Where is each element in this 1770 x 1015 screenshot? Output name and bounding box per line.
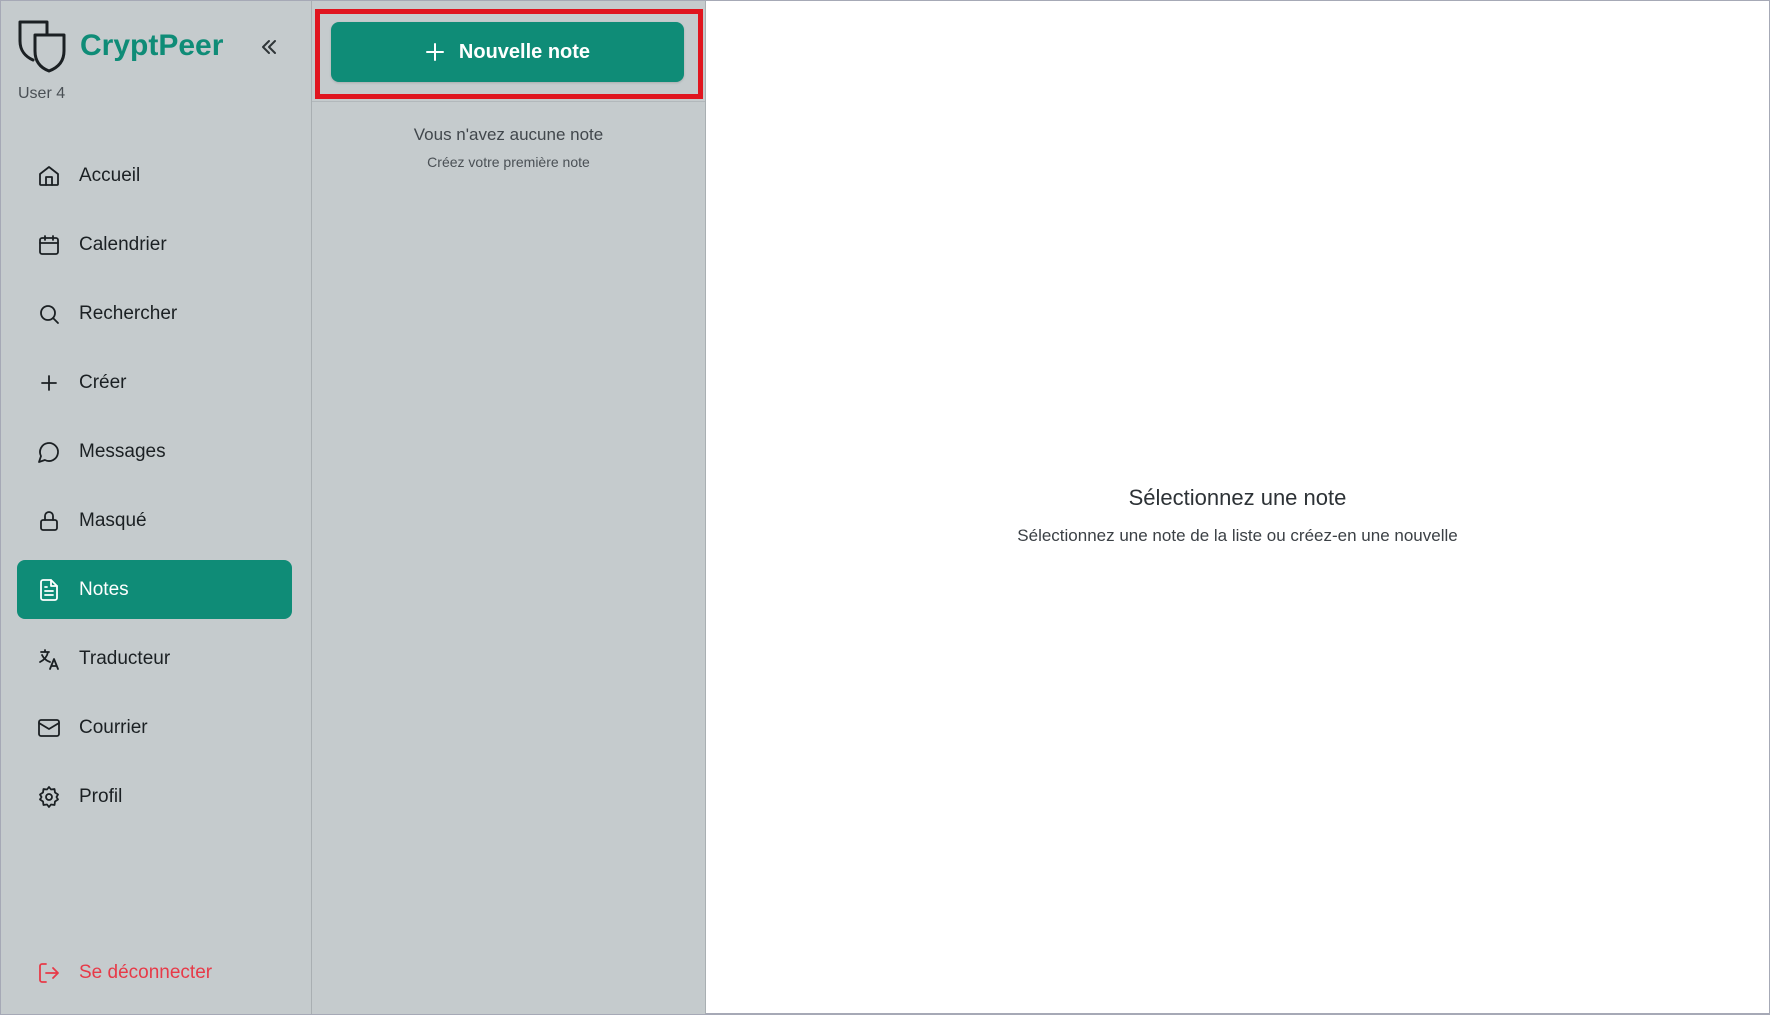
- sidebar-item-notes[interactable]: Notes: [17, 560, 292, 619]
- sidebar-item-label: Masqué: [79, 509, 147, 531]
- sidebar-nav: Accueil Calendrier Rechercher Créer Mess…: [17, 146, 292, 836]
- sidebar-item-profil[interactable]: Profil: [17, 767, 292, 826]
- plus-icon: [41, 374, 57, 391]
- empty-state-title: Sélectionnez une note: [1128, 485, 1347, 510]
- file-text-icon: [40, 578, 58, 601]
- sidebar-item-rechercher[interactable]: Rechercher: [17, 284, 292, 343]
- divider: [706, 1013, 1769, 1014]
- empty-notes-title: Vous n'avez aucune note: [413, 125, 604, 144]
- sidebar-item-label: Accueil: [79, 164, 141, 186]
- sidebar-item-label: Notes: [79, 578, 129, 600]
- logout-label: Se déconnecter: [79, 962, 213, 983]
- sidebar-item-traducteur[interactable]: Traducteur: [17, 629, 292, 688]
- sidebar-item-label: Calendrier: [79, 233, 167, 255]
- sidebar-item-calendrier[interactable]: Calendrier: [17, 215, 292, 274]
- sidebar-item-masque[interactable]: Masqué: [17, 491, 292, 550]
- app-name: CryptPeer: [80, 29, 224, 62]
- collapse-sidebar-button[interactable]: [255, 33, 283, 61]
- translate-icon: [39, 648, 59, 670]
- sidebar-item-label: Courrier: [79, 716, 148, 738]
- gear-icon: [39, 785, 59, 808]
- mail-icon: [38, 718, 60, 737]
- sidebar: CryptPeer User 4 Accueil Calendrier Rech…: [1, 1, 312, 1014]
- user-label: User 4: [18, 85, 66, 102]
- sidebar-item-label: Traducteur: [79, 647, 171, 669]
- new-note-label: Nouvelle note: [458, 40, 591, 63]
- calendar-icon: [39, 234, 59, 255]
- sidebar-item-label: Créer: [79, 371, 127, 393]
- message-icon: [38, 441, 59, 463]
- sidebar-item-label: Rechercher: [79, 302, 178, 324]
- chevrons-left-icon: [262, 40, 276, 54]
- new-note-button[interactable]: Nouvelle note: [331, 22, 684, 82]
- sidebar-item-label: Messages: [79, 440, 166, 462]
- app-window: CryptPeer User 4 Accueil Calendrier Rech…: [0, 0, 1770, 1015]
- logout-button[interactable]: Se déconnecter: [37, 961, 212, 985]
- note-detail-panel: Sélectionnez une note Sélectionnez une n…: [706, 1, 1769, 1014]
- sidebar-item-accueil[interactable]: Accueil: [17, 146, 292, 205]
- brand: CryptPeer: [17, 19, 223, 73]
- notes-list-panel: Nouvelle note Vous n'avez aucune note Cr…: [312, 1, 706, 1014]
- sidebar-item-messages[interactable]: Messages: [17, 422, 292, 481]
- home-icon: [39, 165, 59, 186]
- shield-logo-icon: [18, 20, 66, 73]
- search-icon: [40, 304, 59, 324]
- logout-icon: [39, 963, 59, 983]
- divider: [312, 101, 705, 102]
- plus-icon: [425, 43, 444, 61]
- lock-icon: [40, 510, 58, 531]
- empty-state-subtitle: Sélectionnez une note de la liste ou cré…: [1017, 526, 1458, 545]
- empty-notes-subtitle: Créez votre première note: [427, 154, 590, 170]
- sidebar-item-label: Profil: [79, 785, 123, 807]
- sidebar-item-courrier[interactable]: Courrier: [17, 698, 292, 757]
- sidebar-item-creer[interactable]: Créer: [17, 353, 292, 412]
